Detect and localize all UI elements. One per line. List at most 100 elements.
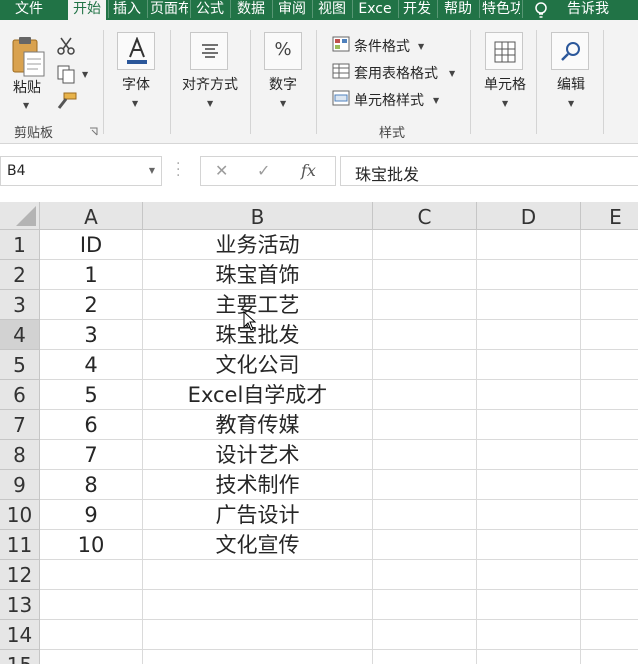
editing-button[interactable]: 编辑 — [550, 74, 592, 94]
row-header[interactable]: 7 — [0, 410, 40, 440]
dialog-launcher-icon[interactable] — [89, 127, 99, 137]
name-box[interactable]: B4 ▼ — [0, 156, 162, 186]
font-button-frame[interactable] — [117, 32, 155, 70]
cell-a8[interactable]: 7 — [40, 440, 143, 470]
cell-b10[interactable]: 广告设计 — [143, 500, 373, 530]
insert-function-icon[interactable]: fx — [301, 161, 316, 180]
cell-c7[interactable] — [373, 410, 477, 440]
cell-d5[interactable] — [477, 350, 581, 380]
cell-c13[interactable] — [373, 590, 477, 620]
cell-a15[interactable] — [40, 650, 143, 664]
column-header-c[interactable]: C — [373, 202, 477, 230]
row-header[interactable]: 6 — [0, 380, 40, 410]
cell-c8[interactable] — [373, 440, 477, 470]
cell-a10[interactable]: 9 — [40, 500, 143, 530]
chevron-down-icon[interactable]: ▼ — [149, 166, 155, 175]
tab-insert[interactable]: 插入 — [109, 0, 145, 20]
cell-e10[interactable] — [581, 500, 638, 530]
row-header[interactable]: 3 — [0, 290, 40, 320]
column-header-e[interactable]: E — [581, 202, 638, 230]
format-painter-icon[interactable] — [56, 92, 78, 110]
chevron-down-icon[interactable]: ▼ — [82, 70, 88, 79]
row-header[interactable]: 2 — [0, 260, 40, 290]
cell-c10[interactable] — [373, 500, 477, 530]
cell-a3[interactable]: 2 — [40, 290, 143, 320]
cell-d14[interactable] — [477, 620, 581, 650]
cell-a11[interactable]: 10 — [40, 530, 143, 560]
cell-c5[interactable] — [373, 350, 477, 380]
row-header[interactable]: 8 — [0, 440, 40, 470]
row-header[interactable]: 12 — [0, 560, 40, 590]
chevron-down-icon[interactable]: ▼ — [433, 96, 439, 105]
cell-e12[interactable] — [581, 560, 638, 590]
cell-e11[interactable] — [581, 530, 638, 560]
formula-bar-resize-handle[interactable]: · · · — [176, 157, 180, 183]
chevron-down-icon[interactable]: ▼ — [568, 99, 574, 108]
tab-formulas[interactable]: 公式 — [192, 0, 228, 20]
cell-d13[interactable] — [477, 590, 581, 620]
select-all-corner[interactable] — [0, 202, 40, 230]
cell-b8[interactable]: 设计艺术 — [143, 440, 373, 470]
cell-a6[interactable]: 5 — [40, 380, 143, 410]
tab-developer[interactable]: 开发 — [399, 0, 435, 20]
chevron-down-icon[interactable]: ▼ — [132, 99, 138, 108]
cell-e7[interactable] — [581, 410, 638, 440]
cell-a4[interactable]: 3 — [40, 320, 143, 350]
number-button-frame[interactable]: % — [264, 32, 302, 70]
cell-d12[interactable] — [477, 560, 581, 590]
cell-d1[interactable] — [477, 230, 581, 260]
tab-review[interactable]: 审阅 — [274, 0, 310, 20]
paste-button[interactable]: 粘贴 — [10, 77, 44, 97]
cell-c9[interactable] — [373, 470, 477, 500]
cell-b5[interactable]: 文化公司 — [143, 350, 373, 380]
cell-d3[interactable] — [477, 290, 581, 320]
cell-d15[interactable] — [477, 650, 581, 664]
cell-styles-button[interactable]: 单元格样式 — [354, 90, 424, 110]
number-format-button[interactable]: 数字 — [260, 74, 306, 94]
alignment-button-frame[interactable] — [190, 32, 228, 70]
tab-page-layout[interactable]: 页面布 — [150, 0, 188, 20]
tab-home[interactable]: 开始 — [68, 0, 106, 22]
cell-c1[interactable] — [373, 230, 477, 260]
cancel-icon[interactable]: ✕ — [215, 161, 228, 180]
conditional-format-button[interactable]: 条件格式 — [354, 36, 410, 56]
row-header[interactable]: 13 — [0, 590, 40, 620]
cell-c3[interactable] — [373, 290, 477, 320]
cell-e8[interactable] — [581, 440, 638, 470]
editing-button-frame[interactable] — [551, 32, 589, 70]
cell-b3[interactable]: 主要工艺 — [143, 290, 373, 320]
cell-c2[interactable] — [373, 260, 477, 290]
tab-view[interactable]: 视图 — [314, 0, 350, 20]
cell-e1[interactable] — [581, 230, 638, 260]
chevron-down-icon[interactable]: ▼ — [207, 99, 213, 108]
tell-me-search[interactable]: 告诉我 — [560, 0, 616, 20]
cell-a7[interactable]: 6 — [40, 410, 143, 440]
cell-b14[interactable] — [143, 620, 373, 650]
cell-b6[interactable]: Excel自学成才 — [143, 380, 373, 410]
cell-a1[interactable]: ID — [40, 230, 143, 260]
cell-d2[interactable] — [477, 260, 581, 290]
cell-d4[interactable] — [477, 320, 581, 350]
copy-icon[interactable] — [56, 64, 76, 84]
cell-a5[interactable]: 4 — [40, 350, 143, 380]
cell-e3[interactable] — [581, 290, 638, 320]
cell-b7[interactable]: 教育传媒 — [143, 410, 373, 440]
font-button[interactable]: 字体 — [114, 74, 158, 94]
cell-c14[interactable] — [373, 620, 477, 650]
cell-a14[interactable] — [40, 620, 143, 650]
cell-d9[interactable] — [477, 470, 581, 500]
tab-data[interactable]: 数据 — [232, 0, 270, 20]
cell-e4[interactable] — [581, 320, 638, 350]
cell-a9[interactable]: 8 — [40, 470, 143, 500]
cut-icon[interactable] — [56, 36, 76, 56]
chevron-down-icon[interactable]: ▼ — [502, 99, 508, 108]
row-header[interactable]: 14 — [0, 620, 40, 650]
cell-b1[interactable]: 业务活动 — [143, 230, 373, 260]
paste-icon[interactable] — [10, 34, 46, 78]
column-header-a[interactable]: A — [40, 202, 143, 230]
cell-c4[interactable] — [373, 320, 477, 350]
row-header[interactable]: 5 — [0, 350, 40, 380]
cell-b4[interactable]: 珠宝批发 — [143, 320, 373, 350]
cell-e2[interactable] — [581, 260, 638, 290]
cell-b11[interactable]: 文化宣传 — [143, 530, 373, 560]
